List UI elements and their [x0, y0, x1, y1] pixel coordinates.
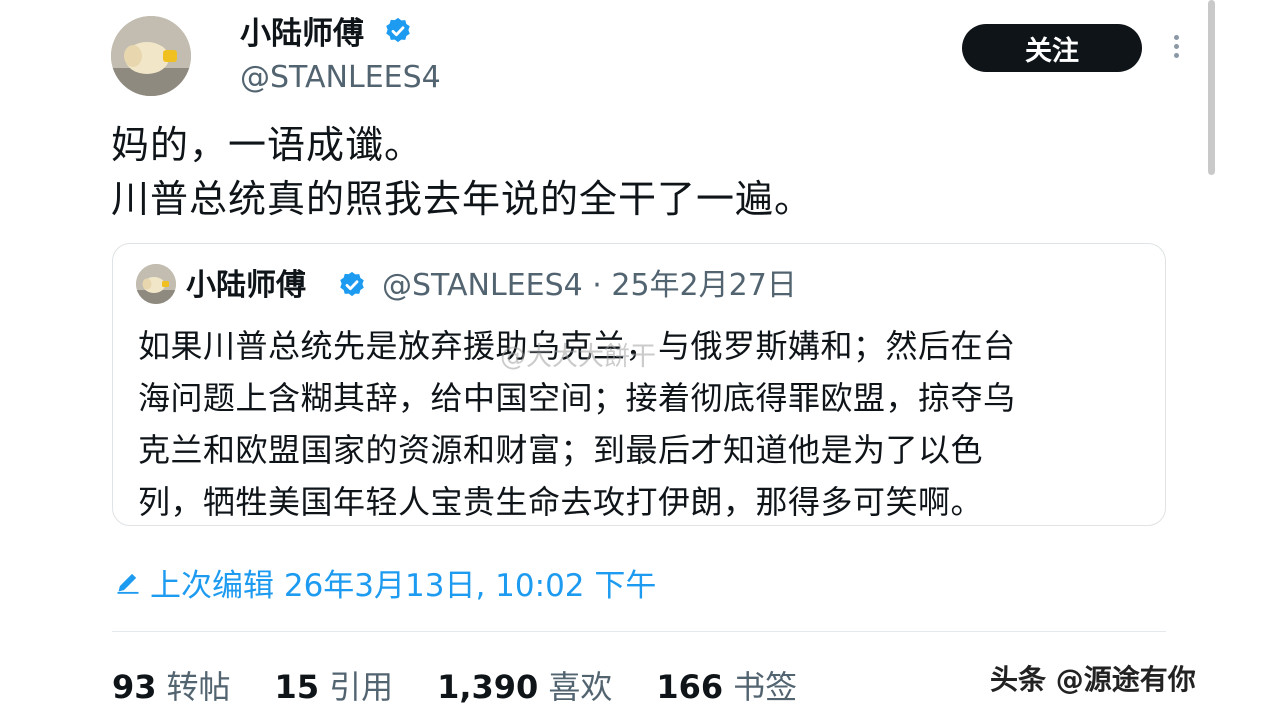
- follow-button[interactable]: 关注: [962, 24, 1142, 72]
- stat-count: 93: [112, 668, 157, 706]
- author-name[interactable]: 小陆师傅: [240, 16, 364, 52]
- stat-likes[interactable]: 1,390 喜欢: [437, 664, 612, 710]
- stat-label: 引用: [329, 668, 394, 706]
- tweet-line: 川普总统真的照我去年说的全干了一遍。: [111, 177, 814, 221]
- source-watermark: 头条 @源途有你: [990, 663, 1196, 696]
- quoted-line: 海问题上含糊其辞，给中国空间；接着彻底得罪欧盟，掠夺乌: [138, 379, 1016, 417]
- stat-label: 书签: [733, 668, 798, 706]
- quoted-handle-date: @STANLEES4 · 25年2月27日: [382, 268, 797, 303]
- stat-label: 喜欢: [548, 668, 613, 706]
- tweet-line: 妈的，一语成谶。: [111, 123, 424, 167]
- engagement-stats: 93 转帖 15 引用 1,390 喜欢 166 书签: [112, 664, 841, 710]
- stat-count: 15: [274, 668, 320, 706]
- stat-reposts[interactable]: 93 转帖: [112, 664, 231, 710]
- quoted-line: 列，牺牲美国年轻人宝贵生命去攻打伊朗，那得多可笑啊。: [138, 483, 984, 521]
- quoted-author-name: 小陆师傅: [186, 268, 306, 303]
- stat-bookmarks[interactable]: 166 书签: [656, 664, 797, 710]
- stat-label: 转帖: [166, 668, 231, 706]
- quoted-author-avatar: [136, 264, 176, 304]
- author-name-row[interactable]: 小陆师傅: [240, 12, 413, 58]
- verified-badge-icon: [383, 14, 413, 58]
- stat-count: 1,390: [437, 668, 539, 706]
- image-watermark: @大大大餅干: [500, 342, 657, 372]
- edited-timestamp[interactable]: 上次编辑 26年3月13日, 10:02 下午: [114, 564, 656, 608]
- more-options-icon[interactable]: [1166, 32, 1186, 64]
- edited-label: 上次编辑 26年3月13日, 10:02 下午: [150, 568, 657, 604]
- author-avatar[interactable]: [111, 16, 191, 96]
- scrollbar[interactable]: [1208, 0, 1215, 175]
- stat-quotes[interactable]: 15 引用: [275, 664, 394, 710]
- pencil-icon: [114, 564, 142, 608]
- author-handle[interactable]: @STANLEES4: [240, 56, 441, 100]
- verified-badge-icon: [337, 270, 367, 304]
- quoted-line: 克兰和欧盟国家的资源和财富；到最后才知道他是为了以色: [138, 431, 984, 469]
- stat-count: 166: [656, 668, 724, 706]
- tweet-text: 妈的，一语成谶。 川普总统真的照我去年说的全干了一遍。: [111, 118, 813, 226]
- divider: [112, 631, 1166, 632]
